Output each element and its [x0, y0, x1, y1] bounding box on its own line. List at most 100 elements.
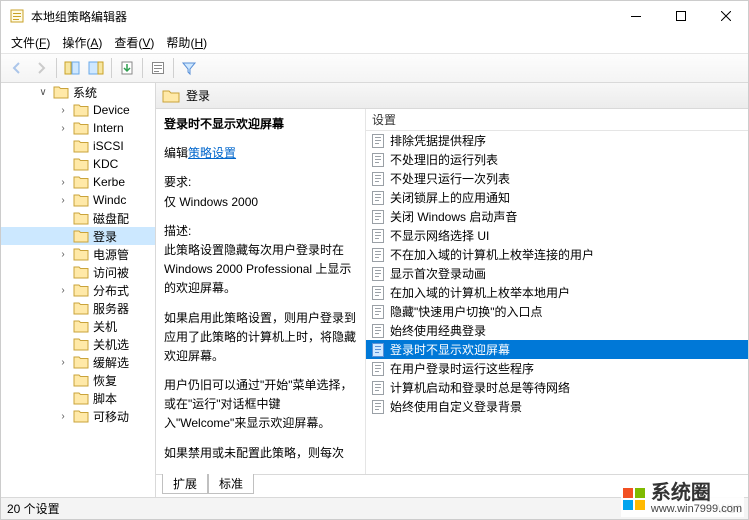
maximize-button[interactable] [658, 1, 703, 31]
tree-label: 分布式 [93, 282, 129, 299]
list-item[interactable]: 始终使用自定义登录背景 [366, 397, 748, 416]
forward-button[interactable] [29, 56, 53, 80]
tree-node[interactable]: 恢复 [1, 371, 155, 389]
folder-icon [73, 391, 89, 405]
menu-view[interactable]: 查看(V) [108, 32, 160, 53]
chevron-right-icon[interactable]: › [57, 177, 69, 188]
filter-button[interactable] [177, 56, 201, 80]
tree-node-system[interactable]: ∨ 系统 [1, 83, 155, 101]
chevron-right-icon[interactable]: › [57, 105, 69, 116]
list-item[interactable]: 登录时不显示欢迎屏幕 [366, 340, 748, 359]
policy-icon [370, 342, 386, 358]
tree-label: Device [93, 103, 130, 117]
list-item[interactable]: 隐藏"快速用户切换"的入口点 [366, 302, 748, 321]
tree-label: 关机 [93, 318, 117, 335]
folder-icon [73, 157, 89, 171]
tree-node[interactable]: ›可移动 [1, 407, 155, 425]
folder-icon [73, 139, 89, 153]
chevron-right-icon[interactable]: › [57, 249, 69, 260]
tree-node[interactable]: › Device [1, 101, 155, 119]
chevron-down-icon[interactable]: ∨ [37, 87, 49, 98]
tree-label: 脚本 [93, 390, 117, 407]
watermark-url: www.win7999.com [651, 503, 742, 515]
policy-icon [370, 209, 386, 225]
tree-node[interactable]: › 电源管 [1, 245, 155, 263]
show-hide-action-pane-button[interactable] [84, 56, 108, 80]
tree-node[interactable]: ›缓解选 [1, 353, 155, 371]
description-p1: 此策略设置隐藏每次用户登录时在 Windows 2000 Professiona… [164, 241, 357, 299]
minimize-button[interactable] [613, 1, 658, 31]
chevron-right-icon[interactable]: › [57, 411, 69, 422]
column-header-setting[interactable]: 设置 [366, 109, 748, 131]
edit-policy-link[interactable]: 策略设置 [188, 146, 236, 160]
list-item[interactable]: 在用户登录时运行这些程序 [366, 359, 748, 378]
close-button[interactable] [703, 1, 748, 31]
list-item[interactable]: 不处理只运行一次列表 [366, 169, 748, 188]
chevron-right-icon[interactable]: › [57, 123, 69, 134]
tree-node[interactable]: KDC [1, 155, 155, 173]
menu-file[interactable]: 文件(F) [5, 32, 56, 53]
tree-label: 系统 [73, 84, 97, 101]
tree-node[interactable]: ›Kerbe [1, 173, 155, 191]
policy-icon [370, 190, 386, 206]
folder-icon [73, 373, 89, 387]
tree-label: 恢复 [93, 372, 117, 389]
list-item[interactable]: 关闭 Windows 启动声音 [366, 207, 748, 226]
window-controls [613, 1, 748, 31]
list-item[interactable]: 关闭锁屏上的应用通知 [366, 188, 748, 207]
tree-node[interactable]: 服务器 [1, 299, 155, 317]
list-item[interactable]: 显示首次登录动画 [366, 264, 748, 283]
list-item-label: 不处理旧的运行列表 [390, 151, 498, 168]
list-item[interactable]: 计算机启动和登录时总是等待网络 [366, 378, 748, 397]
description-p4: 如果禁用或未配置此策略，则每次 [164, 444, 357, 463]
tree-node[interactable]: 关机选 [1, 335, 155, 353]
tree-label: 磁盘配 [93, 210, 129, 227]
tree-node[interactable]: 访问被 [1, 263, 155, 281]
policy-icon [370, 380, 386, 396]
chevron-right-icon[interactable]: › [57, 285, 69, 296]
policy-icon [370, 323, 386, 339]
back-button[interactable] [5, 56, 29, 80]
list-item-label: 不处理只运行一次列表 [390, 170, 510, 187]
tree-node[interactable]: 磁盘配 [1, 209, 155, 227]
properties-button[interactable] [146, 56, 170, 80]
tab-standard[interactable]: 标准 [208, 474, 254, 494]
menu-action[interactable]: 操作(A) [56, 32, 108, 53]
tree-pane[interactable]: ∨ 系统 › Device ›InterniSCSI KDC ›Kerbe›Windc磁盘配… [1, 83, 156, 497]
tree-label: 登录 [93, 228, 117, 245]
policy-icon [370, 304, 386, 320]
chevron-right-icon[interactable]: › [57, 195, 69, 206]
chevron-right-icon[interactable]: › [57, 357, 69, 368]
main-area: ∨ 系统 › Device ›InterniSCSI KDC ›Kerbe›Windc磁盘配… [1, 83, 748, 497]
tree-node[interactable]: ›Windc [1, 191, 155, 209]
selected-policy-title: 登录时不显示欢迎屏幕 [164, 115, 357, 134]
tree-label: KDC [93, 157, 118, 171]
folder-icon [73, 409, 89, 423]
watermark: 系统圈 www.win7999.com [621, 481, 744, 517]
folder-icon [73, 103, 89, 117]
list-item-label: 在加入域的计算机上枚举本地用户 [390, 284, 570, 301]
list-item[interactable]: 排除凭据提供程序 [366, 131, 748, 150]
settings-list[interactable]: 排除凭据提供程序不处理旧的运行列表不处理只运行一次列表关闭锁屏上的应用通知关闭 … [366, 131, 748, 474]
tree-node[interactable]: 关机 [1, 317, 155, 335]
list-item[interactable]: 不显示网络选择 UI [366, 226, 748, 245]
tree-node[interactable]: 脚本 [1, 389, 155, 407]
folder-icon [73, 283, 89, 297]
tree-node[interactable]: ›Intern [1, 119, 155, 137]
list-item[interactable]: 不在加入域的计算机上枚举连接的用户 [366, 245, 748, 264]
tree-node[interactable]: › 分布式 [1, 281, 155, 299]
tree-node[interactable]: 登录 [1, 227, 155, 245]
toolbar-separator [173, 58, 174, 78]
list-item-label: 关闭 Windows 启动声音 [390, 208, 517, 225]
show-hide-tree-button[interactable] [60, 56, 84, 80]
menu-help[interactable]: 帮助(H) [160, 32, 213, 53]
folder-icon [73, 319, 89, 333]
list-item[interactable]: 在加入域的计算机上枚举本地用户 [366, 283, 748, 302]
tree-label: 电源管 [93, 246, 129, 263]
export-list-button[interactable] [115, 56, 139, 80]
list-item[interactable]: 始终使用经典登录 [366, 321, 748, 340]
tab-extended[interactable]: 扩展 [162, 474, 208, 494]
tree-node[interactable]: iSCSI [1, 137, 155, 155]
status-count: 20 个设置 [7, 500, 60, 517]
list-item[interactable]: 不处理旧的运行列表 [366, 150, 748, 169]
